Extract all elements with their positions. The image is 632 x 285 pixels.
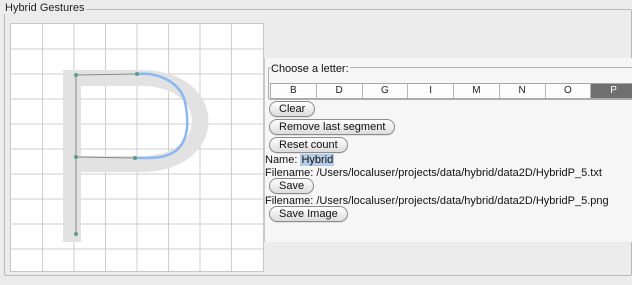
reset-count-button[interactable]: Reset count	[269, 137, 348, 153]
point-dot	[74, 232, 78, 236]
grid	[11, 24, 263, 271]
point-dot	[74, 155, 78, 159]
letter-tabs: B D G I M N O P	[270, 83, 632, 99]
filename-txt-row: Filename: /Users/localuser/projects/data…	[265, 167, 602, 179]
letter-tab-m[interactable]: M	[454, 84, 500, 98]
canvas-drawing	[11, 24, 263, 271]
letter-tab-d[interactable]: D	[317, 84, 363, 98]
panel-title: Hybrid Gestures	[3, 2, 87, 14]
save-button[interactable]: Save	[269, 178, 315, 194]
template-letter-p	[63, 70, 209, 242]
save-image-button[interactable]: Save Image	[269, 206, 348, 222]
filename-png-value: /Users/localuser/projects/data/hybrid/da…	[316, 195, 609, 207]
point-dot	[74, 73, 78, 77]
name-row: Name: Hybrid	[265, 154, 335, 166]
filename-txt-value: /Users/localuser/projects/data/hybrid/da…	[316, 167, 602, 179]
name-label: Name:	[265, 154, 298, 166]
point-dot	[135, 72, 139, 76]
letter-tab-b[interactable]: B	[271, 84, 317, 98]
letter-tab-n[interactable]: N	[500, 84, 546, 98]
letter-chooser-title: Choose a letter:	[270, 63, 350, 75]
letter-tab-i[interactable]: I	[408, 84, 454, 98]
clear-button[interactable]: Clear	[269, 101, 316, 117]
remove-last-segment-button[interactable]: Remove last segment	[269, 119, 396, 135]
letter-tab-o[interactable]: O	[546, 84, 592, 98]
gesture-segments	[75, 73, 138, 234]
letter-tab-p[interactable]: P	[591, 84, 632, 98]
point-dot	[133, 156, 137, 160]
gesture-canvas[interactable]	[10, 23, 264, 272]
gesture-points	[74, 72, 139, 236]
letter-tab-g[interactable]: G	[363, 84, 409, 98]
name-field[interactable]: Hybrid	[300, 154, 335, 166]
